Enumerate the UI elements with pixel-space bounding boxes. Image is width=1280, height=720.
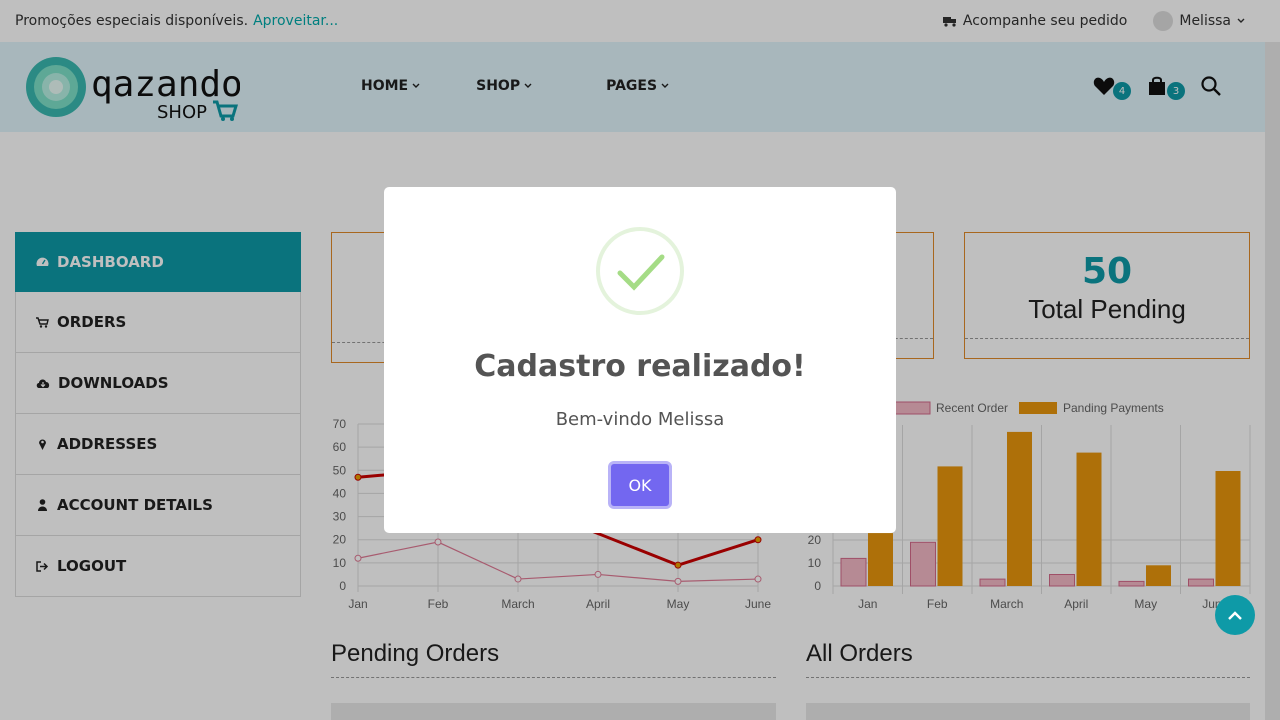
modal-message: Bem-vindo Melissa <box>555 409 725 430</box>
ok-button[interactable]: OK <box>608 461 672 509</box>
chevron-up-icon <box>1228 610 1242 620</box>
success-modal: Cadastro realizado! Bem-vindo Melissa OK <box>384 187 896 533</box>
checkmark-icon <box>617 254 665 291</box>
scroll-to-top-button[interactable] <box>1215 595 1255 635</box>
success-check-circle <box>596 227 684 315</box>
modal-title: Cadastro realizado! <box>474 349 806 384</box>
